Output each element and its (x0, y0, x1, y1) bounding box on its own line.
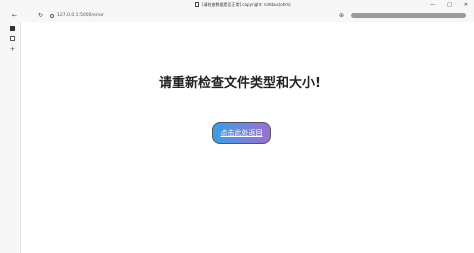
address-bar[interactable]: 127.0.0.1:5000/error (50, 11, 360, 20)
maximize-icon[interactable]: □ (447, 2, 452, 8)
tab-page-icon[interactable] (10, 36, 15, 41)
browser-window: [请检查数据是否正常] copyright: nimbus(ohm) — □ ✕… (0, 0, 474, 253)
reload-icon[interactable]: ↻ (36, 11, 45, 20)
document-icon (195, 2, 199, 7)
close-icon[interactable]: ✕ (464, 2, 468, 8)
vertical-tabs-sidebar: + (0, 22, 21, 253)
site-info-icon[interactable] (50, 13, 54, 18)
zoom-icon[interactable]: ⊕ (339, 12, 344, 19)
window-title-text: [请检查数据是否正常] copyright: nimbus(ohm) (202, 1, 291, 7)
window-controls: — □ ✕ (430, 0, 468, 9)
url-text[interactable]: 127.0.0.1:5000/error (57, 13, 104, 18)
title-bar: [请检查数据是否正常] copyright: nimbus(ohm) — □ ✕ (0, 0, 474, 9)
profile-button[interactable] (351, 13, 466, 18)
new-tab-icon[interactable]: + (9, 46, 16, 53)
back-arrow-icon[interactable]: ← (10, 11, 19, 20)
minimize-icon[interactable]: — (430, 2, 435, 8)
error-heading: 请重新检查文件类型和大小! (159, 76, 321, 91)
return-button[interactable]: 点击此处返回 (212, 122, 271, 144)
window-title: [请检查数据是否正常] copyright: nimbus(ohm) (195, 0, 291, 9)
page-content: 请重新检查文件类型和大小! 点击此处返回 (21, 22, 474, 253)
address-toolbar: ← ↻ 127.0.0.1:5000/error ⊕ (0, 9, 474, 22)
return-button-label[interactable]: 点击此处返回 (221, 128, 263, 138)
tab-actions-icon[interactable] (10, 26, 15, 31)
